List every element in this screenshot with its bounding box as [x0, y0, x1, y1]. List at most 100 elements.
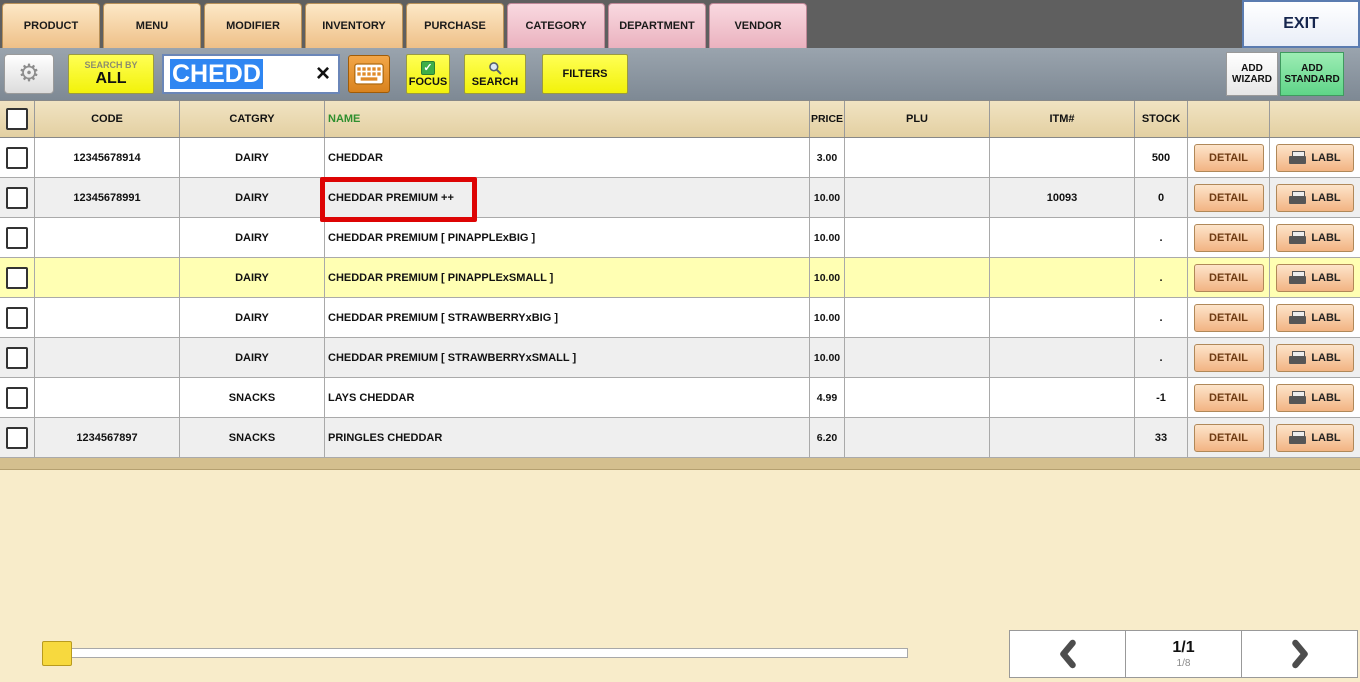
cell-labl: LABL [1270, 218, 1360, 257]
tab-purchase[interactable]: PURCHASE [406, 3, 504, 48]
clear-search-icon[interactable]: × [316, 62, 338, 86]
printer-icon [1289, 431, 1306, 445]
row-checkbox[interactable] [6, 387, 28, 409]
table-body: 12345678914DAIRYCHEDDAR3.00500DETAILLABL… [0, 138, 1360, 458]
label-button[interactable]: LABL [1276, 384, 1354, 412]
cell-labl: LABL [1270, 178, 1360, 217]
next-page-button[interactable] [1241, 630, 1358, 678]
cell-code [35, 218, 180, 257]
tab-department[interactable]: DEPARTMENT [608, 3, 706, 48]
tab-menu[interactable]: MENU [103, 3, 201, 48]
printer-icon [1289, 271, 1306, 285]
table-bottom-strip [0, 458, 1360, 470]
row-checkbox[interactable] [6, 227, 28, 249]
cell-plu [845, 418, 990, 457]
label-button[interactable]: LABL [1276, 344, 1354, 372]
printer-icon [1289, 311, 1306, 325]
row-checkbox-cell [0, 298, 35, 337]
detail-button[interactable]: DETAIL [1194, 424, 1264, 452]
label-button[interactable]: LABL [1276, 264, 1354, 292]
row-checkbox[interactable] [6, 147, 28, 169]
label-button[interactable]: LABL [1276, 184, 1354, 212]
table-row: SNACKSLAYS CHEDDAR4.99-1DETAILLABL [0, 378, 1360, 418]
add-standard-line1: ADD [1301, 63, 1323, 74]
label-button[interactable]: LABL [1276, 224, 1354, 252]
row-checkbox-cell [0, 258, 35, 297]
label-button[interactable]: LABL [1276, 424, 1354, 452]
row-checkbox-cell [0, 218, 35, 257]
add-wizard-line1: ADD [1241, 63, 1263, 74]
detail-button[interactable]: DETAIL [1194, 304, 1264, 332]
row-checkbox[interactable] [6, 267, 28, 289]
table-row: DAIRYCHEDDAR PREMIUM [ PINAPPLExBIG ]10.… [0, 218, 1360, 258]
detail-button[interactable]: DETAIL [1194, 144, 1264, 172]
header-plu[interactable]: PLU [845, 101, 990, 137]
cell-code [35, 298, 180, 337]
cell-stock: 33 [1135, 418, 1188, 457]
detail-button[interactable]: DETAIL [1194, 264, 1264, 292]
header-itm[interactable]: ITM# [990, 101, 1135, 137]
cell-price: 4.99 [810, 378, 845, 417]
search-input[interactable]: CHEDD × [162, 54, 340, 94]
settings-button[interactable]: ⚙ [4, 54, 54, 94]
top-nav: PRODUCT MENU MODIFIER INVENTORY PURCHASE… [0, 0, 1360, 48]
add-standard-button[interactable]: ADD STANDARD [1280, 52, 1344, 96]
cell-name: CHEDDAR PREMIUM [ PINAPPLExBIG ] [325, 218, 810, 257]
detail-button[interactable]: DETAIL [1194, 224, 1264, 252]
header-labl-spacer [1270, 101, 1360, 137]
header-price[interactable]: PRICE [810, 101, 845, 137]
select-all-checkbox[interactable] [6, 108, 28, 130]
add-wizard-line2: WIZARD [1232, 74, 1272, 85]
filters-button[interactable]: FILTERS [542, 54, 628, 94]
label-button[interactable]: LABL [1276, 304, 1354, 332]
cell-plu [845, 338, 990, 377]
header-name[interactable]: NAME [325, 101, 810, 137]
add-wizard-button[interactable]: ADD WIZARD [1226, 52, 1278, 96]
search-button[interactable]: SEARCH [464, 54, 526, 94]
keyboard-button[interactable] [348, 55, 390, 93]
header-detail-spacer [1188, 101, 1270, 137]
cell-plu [845, 218, 990, 257]
chevron-right-icon [1289, 639, 1311, 669]
cell-plu [845, 178, 990, 217]
cell-stock: . [1135, 218, 1188, 257]
search-input-text: CHEDD [170, 59, 263, 89]
label-button[interactable]: LABL [1276, 144, 1354, 172]
horizontal-scrollbar-track[interactable] [42, 648, 908, 658]
toolbar: ⚙ SEARCH BY ALL CHEDD × ✓ [0, 48, 1360, 100]
tab-product[interactable]: PRODUCT [2, 3, 100, 48]
row-checkbox-cell [0, 378, 35, 417]
header-stock[interactable]: STOCK [1135, 101, 1188, 137]
row-checkbox[interactable] [6, 427, 28, 449]
page-sub-number: 1/8 [1177, 658, 1191, 669]
row-checkbox[interactable] [6, 187, 28, 209]
detail-button[interactable]: DETAIL [1194, 384, 1264, 412]
table-row: DAIRYCHEDDAR PREMIUM [ STRAWBERRYxSMALL … [0, 338, 1360, 378]
cell-price: 10.00 [810, 178, 845, 217]
cell-detail: DETAIL [1188, 298, 1270, 337]
filters-label: FILTERS [562, 68, 607, 80]
cell-itm [990, 218, 1135, 257]
cell-detail: DETAIL [1188, 218, 1270, 257]
cell-detail: DETAIL [1188, 138, 1270, 177]
focus-button[interactable]: ✓ FOCUS [406, 54, 450, 94]
row-checkbox[interactable] [6, 347, 28, 369]
detail-button[interactable]: DETAIL [1194, 184, 1264, 212]
prev-page-button[interactable] [1009, 630, 1126, 678]
header-code[interactable]: CODE [35, 101, 180, 137]
search-by-button[interactable]: SEARCH BY ALL [68, 54, 154, 94]
row-checkbox[interactable] [6, 307, 28, 329]
cell-code [35, 258, 180, 297]
cell-labl: LABL [1270, 258, 1360, 297]
exit-button[interactable]: EXIT [1242, 0, 1360, 48]
tab-category[interactable]: CATEGORY [507, 3, 605, 48]
horizontal-scrollbar-thumb[interactable] [42, 641, 72, 666]
cell-category: DAIRY [180, 298, 325, 337]
tab-vendor[interactable]: VENDOR [709, 3, 807, 48]
tab-inventory[interactable]: INVENTORY [305, 3, 403, 48]
header-category[interactable]: CATGRY [180, 101, 325, 137]
tab-modifier[interactable]: MODIFIER [204, 3, 302, 48]
detail-button[interactable]: DETAIL [1194, 344, 1264, 372]
cell-name: CHEDDAR [325, 138, 810, 177]
printer-icon [1289, 151, 1306, 165]
